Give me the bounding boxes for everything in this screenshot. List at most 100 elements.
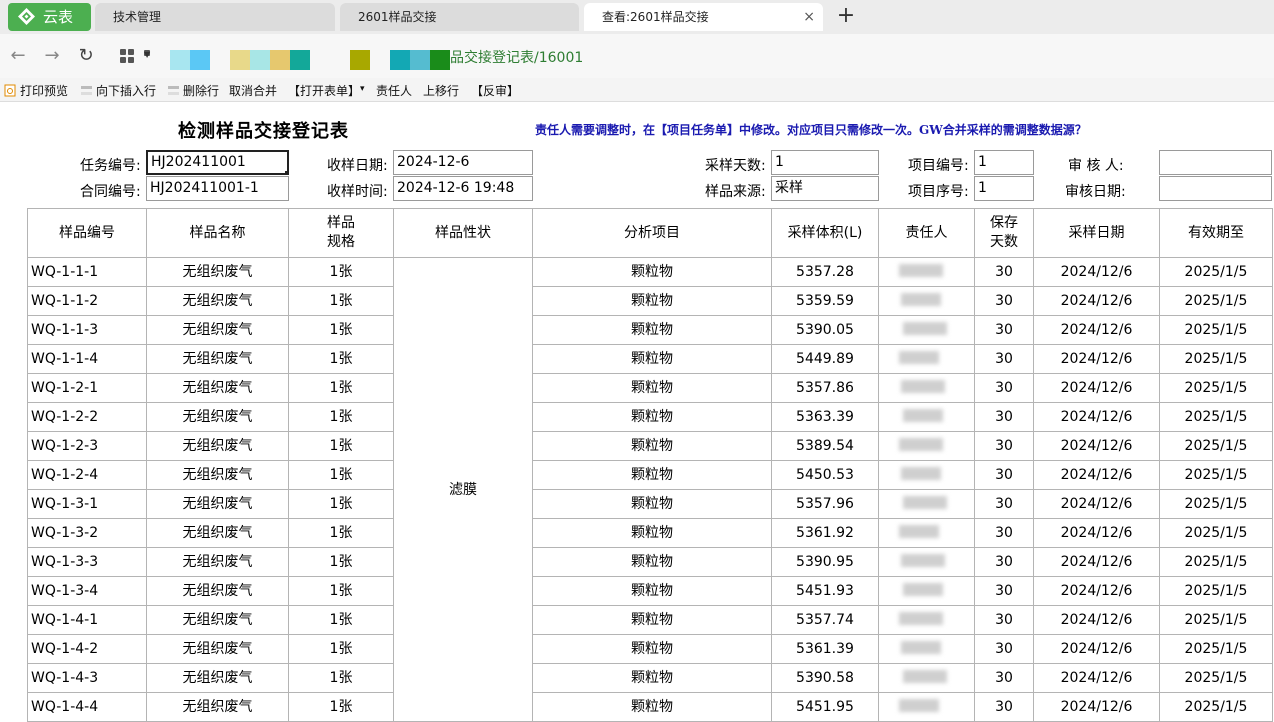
cell-spec[interactable]: 1张	[288, 460, 394, 490]
cell-valid-until[interactable]: 2025/1/5	[1159, 663, 1273, 693]
cell-keep-days[interactable]: 30	[974, 634, 1034, 664]
unapprove-button[interactable]: 【反审】	[471, 82, 519, 99]
cell-valid-until[interactable]: 2025/1/5	[1159, 634, 1273, 664]
cell-valid-until[interactable]: 2025/1/5	[1159, 518, 1273, 548]
table-row[interactable]: WQ-1-1-3 无组织废气 1张 颗粒物 5390.05 30 2024/12/6 2025…	[27, 315, 1273, 345]
cell-sample-name[interactable]: 无组织废气	[146, 634, 289, 664]
table-row[interactable]: WQ-1-4-4 无组织废气 1张 颗粒物 5451.95 30 2024/12/6 2025…	[27, 692, 1273, 722]
sample-source-field[interactable]: 采样	[771, 176, 879, 201]
cell-sample-date[interactable]: 2024/12/6	[1033, 547, 1160, 577]
cell-spec[interactable]: 1张	[288, 257, 394, 287]
cell-sample-date[interactable]: 2024/12/6	[1033, 286, 1160, 316]
cell-keep-days[interactable]: 30	[974, 605, 1034, 635]
cell-valid-until[interactable]: 2025/1/5	[1159, 460, 1273, 490]
cell-spec[interactable]: 1张	[288, 634, 394, 664]
cell-spec[interactable]: 1张	[288, 431, 394, 461]
col-header-sample-name[interactable]: 样品名称	[146, 208, 289, 258]
cell-volume[interactable]: 5451.93	[771, 576, 879, 606]
table-row[interactable]: WQ-1-2-4 无组织废气 1张 颗粒物 5450.53 30 2024/12/6 2025…	[27, 460, 1273, 490]
cell-sample-name[interactable]: 无组织废气	[146, 489, 289, 519]
cell-sample-date[interactable]: 2024/12/6	[1033, 663, 1160, 693]
cell-keep-days[interactable]: 30	[974, 460, 1034, 490]
contract-no-field[interactable]: HJ202411001-1	[146, 176, 289, 201]
cell-analysis[interactable]: 颗粒物	[532, 431, 772, 461]
cell-valid-until[interactable]: 2025/1/5	[1159, 373, 1273, 403]
cell-analysis[interactable]: 颗粒物	[532, 460, 772, 490]
cell-keep-days[interactable]: 30	[974, 692, 1034, 722]
cell-spec[interactable]: 1张	[288, 663, 394, 693]
cell-spec[interactable]: 1张	[288, 605, 394, 635]
cell-sample-name[interactable]: 无组织废气	[146, 431, 289, 461]
address-text[interactable]: 品交接登记表/16001	[450, 47, 583, 67]
cell-sample-name[interactable]: 无组织废气	[146, 286, 289, 316]
col-header-sample-date[interactable]: 采样日期	[1033, 208, 1160, 258]
cell-keep-days[interactable]: 30	[974, 286, 1034, 316]
cell-volume[interactable]: 5451.95	[771, 692, 879, 722]
table-row[interactable]: WQ-1-1-4 无组织废气 1张 颗粒物 5449.89 30 2024/12/6 2025…	[27, 344, 1273, 374]
cell-volume[interactable]: 5357.74	[771, 605, 879, 635]
cell-valid-until[interactable]: 2025/1/5	[1159, 692, 1273, 722]
col-header-spec[interactable]: 样品 规格	[288, 208, 394, 258]
cell-valid-until[interactable]: 2025/1/5	[1159, 402, 1273, 432]
cell-analysis[interactable]: 颗粒物	[532, 634, 772, 664]
cell-sample-name[interactable]: 无组织废气	[146, 373, 289, 403]
cell-sample-no[interactable]: WQ-1-1-1	[27, 257, 147, 287]
cell-sample-no[interactable]: WQ-1-2-1	[27, 373, 147, 403]
cell-sample-date[interactable]: 2024/12/6	[1033, 576, 1160, 606]
task-no-field[interactable]: HJ202411001	[146, 150, 289, 175]
col-header-shape[interactable]: 样品性状	[393, 208, 533, 258]
receive-date-field[interactable]: 2024-12-6	[393, 150, 533, 175]
cell-volume[interactable]: 5361.92	[771, 518, 879, 548]
tab-sample-handover[interactable]: 2601样品交接	[340, 3, 579, 31]
cell-keep-days[interactable]: 30	[974, 547, 1034, 577]
cell-analysis[interactable]: 颗粒物	[532, 373, 772, 403]
cell-valid-until[interactable]: 2025/1/5	[1159, 315, 1273, 345]
col-header-owner[interactable]: 责任人	[878, 208, 975, 258]
cell-volume[interactable]: 5361.39	[771, 634, 879, 664]
cell-sample-no[interactable]: WQ-1-3-2	[27, 518, 147, 548]
cell-sample-name[interactable]: 无组织废气	[146, 402, 289, 432]
cell-owner-redacted[interactable]	[878, 605, 975, 635]
cell-owner-redacted[interactable]	[878, 373, 975, 403]
insert-row-below-button[interactable]: 向下插入行	[80, 82, 156, 99]
cell-valid-until[interactable]: 2025/1/5	[1159, 431, 1273, 461]
col-header-volume[interactable]: 采样体积(L)	[771, 208, 879, 258]
cell-sample-date[interactable]: 2024/12/6	[1033, 257, 1160, 287]
delete-row-button[interactable]: 删除行	[167, 82, 219, 99]
cell-owner-redacted[interactable]	[878, 576, 975, 606]
cell-volume[interactable]: 5390.05	[771, 315, 879, 345]
cell-keep-days[interactable]: 30	[974, 518, 1034, 548]
forward-icon[interactable]: →	[40, 44, 64, 68]
cell-analysis[interactable]: 颗粒物	[532, 257, 772, 287]
cell-analysis[interactable]: 颗粒物	[532, 286, 772, 316]
cell-owner-redacted[interactable]	[878, 489, 975, 519]
cell-sample-date[interactable]: 2024/12/6	[1033, 634, 1160, 664]
cell-sample-name[interactable]: 无组织废气	[146, 460, 289, 490]
cell-sample-no[interactable]: WQ-1-2-3	[27, 431, 147, 461]
table-row[interactable]: WQ-1-2-3 无组织废气 1张 颗粒物 5389.54 30 2024/12/6 2025…	[27, 431, 1273, 461]
cell-analysis[interactable]: 颗粒物	[532, 576, 772, 606]
col-header-keep-days[interactable]: 保存 天数	[974, 208, 1034, 258]
cell-sample-date[interactable]: 2024/12/6	[1033, 344, 1160, 374]
tab-view-sample-handover[interactable]: 查看:2601样品交接 ×	[584, 3, 823, 31]
cell-volume[interactable]: 5449.89	[771, 344, 879, 374]
cell-spec[interactable]: 1张	[288, 692, 394, 722]
cell-volume[interactable]: 5389.54	[771, 431, 879, 461]
owner-button[interactable]: 责任人	[376, 82, 412, 99]
cell-sample-date[interactable]: 2024/12/6	[1033, 402, 1160, 432]
cell-analysis[interactable]: 颗粒物	[532, 547, 772, 577]
table-row[interactable]: WQ-1-3-2 无组织废气 1张 颗粒物 5361.92 30 2024/12/6 2025…	[27, 518, 1273, 548]
col-header-analysis[interactable]: 分析项目	[532, 208, 772, 258]
cell-valid-until[interactable]: 2025/1/5	[1159, 576, 1273, 606]
cell-sample-date[interactable]: 2024/12/6	[1033, 431, 1160, 461]
sampling-days-field[interactable]: 1	[771, 150, 879, 175]
cell-sample-date[interactable]: 2024/12/6	[1033, 518, 1160, 548]
cell-owner-redacted[interactable]	[878, 286, 975, 316]
cell-volume[interactable]: 5357.96	[771, 489, 879, 519]
cell-sample-name[interactable]: 无组织废气	[146, 315, 289, 345]
cell-sample-no[interactable]: WQ-1-3-4	[27, 576, 147, 606]
cell-spec[interactable]: 1张	[288, 315, 394, 345]
table-row[interactable]: WQ-1-2-2 无组织废气 1张 颗粒物 5363.39 30 2024/12/6 2025…	[27, 402, 1273, 432]
apps-grid-icon[interactable]: ▼	[118, 47, 154, 65]
cell-analysis[interactable]: 颗粒物	[532, 402, 772, 432]
